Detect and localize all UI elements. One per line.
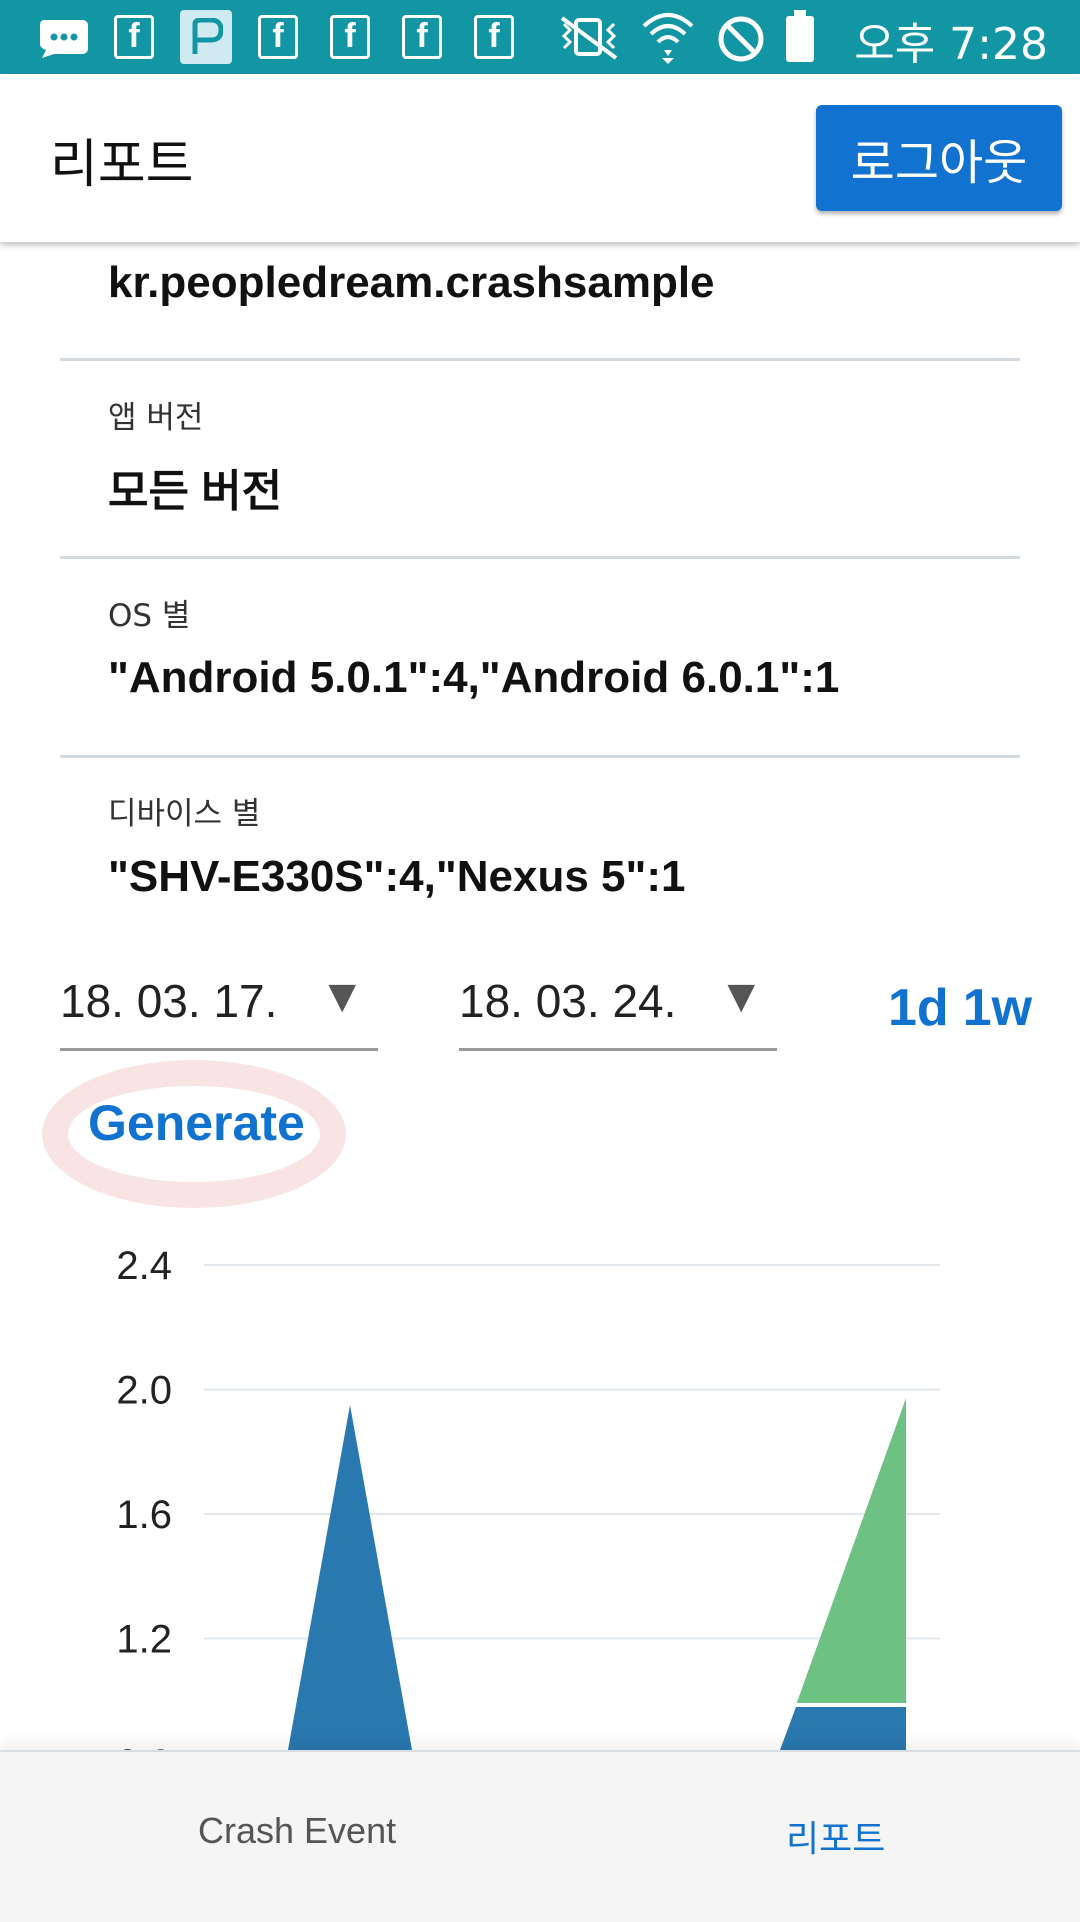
range-links: 1d 1w xyxy=(888,978,1046,1038)
device-value: "SHV-E330S":4,"Nexus 5":1 xyxy=(108,852,686,901)
app-bar: 리포트 로그아웃 xyxy=(0,74,1080,242)
wifi-icon xyxy=(642,13,694,64)
divider xyxy=(60,755,1020,758)
dropdown-arrow-icon: ▼ xyxy=(328,976,356,1017)
p-app-icon xyxy=(180,10,232,64)
status-bar: f f f f f 오후 7:28 xyxy=(0,0,1080,74)
dropdown-arrow-icon: ▼ xyxy=(727,976,755,1017)
status-time: 오후 7:28 xyxy=(854,19,1048,70)
divider xyxy=(60,358,1020,361)
range-1d-link[interactable]: 1d xyxy=(888,979,949,1037)
series1-area-base xyxy=(780,1707,906,1750)
y-tick-label: 2.0 xyxy=(116,1369,172,1413)
vibrate-mute-icon xyxy=(560,16,618,60)
facebook-icon: f xyxy=(258,15,298,59)
range-1w-link[interactable]: 1w xyxy=(963,979,1032,1037)
page-title: 리포트 xyxy=(50,135,194,195)
message-icon xyxy=(40,20,88,58)
logout-button[interactable]: 로그아웃 xyxy=(816,105,1062,211)
series1-area-peak xyxy=(288,1405,412,1750)
divider xyxy=(60,556,1020,559)
end-date-select[interactable]: 18. 03. 24. ▼ xyxy=(459,968,777,1051)
end-date-value: 18. 03. 24. xyxy=(459,975,677,1027)
battery-icon xyxy=(786,10,814,62)
facebook-icon: f xyxy=(114,15,154,59)
facebook-icon: f xyxy=(474,15,514,59)
y-tick-label: 0.8 xyxy=(116,1742,172,1750)
nav-report[interactable]: 리포트 xyxy=(786,1810,885,1862)
y-tick-label: 1.6 xyxy=(116,1493,172,1537)
facebook-icon: f xyxy=(330,15,370,59)
facebook-icon: f xyxy=(402,15,442,59)
blocked-icon xyxy=(718,16,764,62)
nav-crash-event[interactable]: Crash Event xyxy=(198,1810,396,1852)
os-label: OS 별 xyxy=(108,598,191,634)
bottom-nav: Crash Event 리포트 xyxy=(0,1750,1080,1922)
y-tick-label: 2.4 xyxy=(116,1244,172,1288)
device-label: 디바이스 별 xyxy=(108,796,261,832)
app-version-value: 모든 버전 xyxy=(108,467,283,516)
os-value: "Android 5.0.1":4,"Android 6.0.1":1 xyxy=(108,653,840,702)
app-version-label: 앱 버전 xyxy=(108,400,204,436)
crash-chart: 2.4 2.0 1.6 1.2 0.8 xyxy=(116,1244,940,1750)
series2-area xyxy=(796,1398,906,1705)
y-tick-label: 1.2 xyxy=(116,1618,172,1662)
package-name: kr.peopledream.crashsample xyxy=(108,258,715,307)
generate-button[interactable]: Generate xyxy=(88,1094,305,1152)
start-date-value: 18. 03. 17. xyxy=(60,975,278,1027)
start-date-select[interactable]: 18. 03. 17. ▼ xyxy=(60,968,378,1051)
